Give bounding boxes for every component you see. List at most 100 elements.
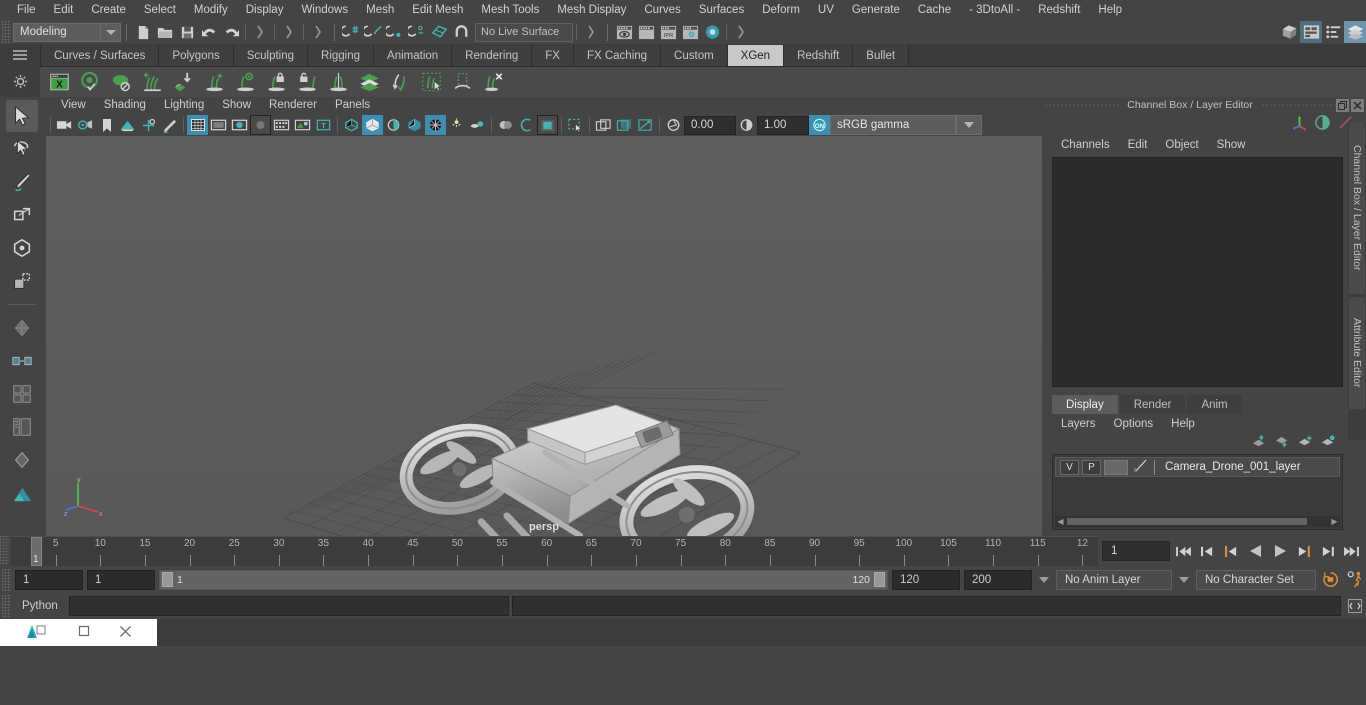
menu-file[interactable]: File (8, 1, 45, 19)
exposure-value-field[interactable]: 0.00 (684, 115, 736, 135)
layer-row[interactable]: V P Camera_Drone_001_layer (1055, 457, 1340, 477)
scroll-left-icon[interactable]: ◀ (1055, 517, 1066, 526)
shelf-menu-icon[interactable] (12, 49, 28, 64)
3d-viewport[interactable]: y x z persp (46, 136, 1042, 536)
viewport-menu-view[interactable]: View (52, 98, 95, 113)
channelbox-toggle-icon[interactable] (1314, 114, 1331, 134)
range-end-field[interactable]: 120 (892, 569, 960, 590)
channel-box-menu-edit[interactable]: Edit (1119, 139, 1157, 151)
menu-create[interactable]: Create (82, 1, 135, 19)
go-to-start-icon[interactable] (1173, 540, 1194, 562)
menu-windows[interactable]: Windows (292, 1, 357, 19)
menu-display[interactable]: Display (237, 1, 293, 19)
menu-modify[interactable]: Modify (185, 1, 237, 19)
shelf-tab-custom[interactable]: Custom (661, 45, 728, 66)
layer-list[interactable]: V P Camera_Drone_001_layer ◀ ▶ (1052, 454, 1343, 530)
layout-hypershade-icon[interactable] (6, 444, 38, 476)
smooth-shade-all-icon[interactable] (208, 115, 229, 135)
layer-menu-options[interactable]: Options (1105, 418, 1163, 430)
multisample-icon[interactable] (467, 115, 488, 135)
depth-peeling-icon[interactable] (495, 115, 516, 135)
wireframe-on-shaded-icon[interactable] (341, 115, 362, 135)
lighting-icon[interactable] (383, 115, 404, 135)
menu-set-selector[interactable]: Modeling (13, 22, 101, 42)
expand-render-group-icon[interactable] (730, 21, 752, 43)
smooth-shade-selected-icon[interactable] (229, 115, 250, 135)
vertical-tab-channel-box[interactable]: Channel Box / Layer Editor (1349, 122, 1365, 294)
xgen-add-description-icon[interactable] (137, 68, 167, 96)
shelf-tab-polygons[interactable]: Polygons (159, 45, 234, 66)
step-back-frame-icon[interactable] (1221, 540, 1242, 562)
play-backwards-icon[interactable] (1245, 540, 1266, 562)
shelf-tab-redshift[interactable]: Redshift (784, 45, 854, 66)
menu-edit[interactable]: Edit (45, 1, 83, 19)
range-bar[interactable]: 1 120 (159, 569, 888, 590)
step-back-keyframe-icon[interactable] (1197, 540, 1218, 562)
viewport-menu-panels[interactable]: Panels (326, 98, 379, 113)
render-current-frame-icon[interactable] (613, 21, 635, 43)
xgen-convert-guide-icon[interactable] (385, 68, 415, 96)
layer-visibility-toggle[interactable]: V (1060, 459, 1079, 475)
character-set-chevron-down-icon[interactable] (1176, 570, 1192, 590)
menu-generate[interactable]: Generate (843, 1, 909, 19)
flat-shade-icon[interactable] (250, 115, 271, 135)
shelf-tab-rendering[interactable]: Rendering (452, 45, 533, 66)
render-settings-icon[interactable] (679, 21, 701, 43)
rotate-tool[interactable] (6, 232, 38, 264)
channel-box-menu-show[interactable]: Show (1208, 139, 1255, 151)
grease-pencil-icon[interactable] (159, 115, 180, 135)
layer-playback-toggle[interactable]: P (1082, 459, 1101, 475)
current-frame-field[interactable]: 1 (1102, 541, 1170, 561)
xgen-grow-guide-icon[interactable] (199, 68, 229, 96)
snap-to-point-icon[interactable] (384, 21, 406, 43)
menu-help[interactable]: Help (1089, 1, 1131, 19)
channel-box-menu-channels[interactable]: Channels (1052, 139, 1119, 151)
grid-toggle-icon[interactable] (593, 115, 614, 135)
layout-home-icon[interactable] (6, 477, 38, 509)
layout-persp-outliner-icon[interactable] (6, 411, 38, 443)
scale-tool[interactable] (6, 265, 38, 297)
save-scene-icon[interactable] (176, 21, 198, 43)
menu-cache[interactable]: Cache (909, 1, 960, 19)
character-set-select[interactable]: No Character Set (1196, 569, 1316, 590)
menu-3dtoall[interactable]: - 3DtoAll - (960, 1, 1029, 19)
layer-tab-anim[interactable]: Anim (1187, 395, 1242, 414)
color-management-toggle-icon[interactable]: ON (809, 115, 830, 135)
xgen-select-primitives-icon[interactable] (416, 68, 446, 96)
snap-to-view-planes-icon[interactable] (428, 21, 450, 43)
xray-joints-icon[interactable] (362, 115, 383, 135)
snap-to-projected-center-icon[interactable] (406, 21, 428, 43)
animation-preferences-icon[interactable] (1345, 569, 1366, 591)
new-layer-from-selected-icon[interactable] (1321, 435, 1336, 451)
xgen-preview-hidden-icon[interactable] (106, 68, 136, 96)
shelf-tab-xgen[interactable]: XGen (727, 45, 785, 66)
shelf-tab-animation[interactable]: Animation (374, 45, 453, 66)
animation-end-field[interactable]: 200 (964, 569, 1032, 590)
use-default-material-icon[interactable] (292, 115, 313, 135)
color-space-chevron-down-icon[interactable] (956, 115, 982, 135)
layer-tab-display[interactable]: Display (1052, 395, 1118, 414)
xgen-region-mask-icon[interactable] (447, 68, 477, 96)
select-by-object-icon[interactable] (278, 21, 300, 43)
scroll-right-icon[interactable]: ▶ (1329, 517, 1340, 526)
new-layer-icon[interactable] (1298, 435, 1313, 451)
show-hide-attribute-editor-icon[interactable] (1300, 21, 1322, 43)
menu-select[interactable]: Select (135, 1, 185, 19)
menu-mesh-tools[interactable]: Mesh Tools (472, 1, 548, 19)
paint-select-tool[interactable] (6, 166, 38, 198)
motion-blur-icon[interactable] (446, 115, 467, 135)
shelf-tab-fx-caching[interactable]: FX Caching (573, 45, 662, 66)
gamma-value-field[interactable]: 1.00 (757, 115, 809, 135)
redo-icon[interactable] (220, 21, 242, 43)
exposure-icon[interactable] (663, 115, 684, 135)
animation-start-field[interactable]: 1 (15, 569, 83, 590)
shelf-tab-curves-surfaces[interactable]: Curves / Surfaces (40, 45, 160, 66)
select-by-hierarchy-icon[interactable] (249, 21, 271, 43)
make-live-icon[interactable] (450, 21, 472, 43)
xgen-preview-visible-icon[interactable] (75, 68, 105, 96)
snap-to-grid-icon[interactable] (340, 21, 362, 43)
color-space-select[interactable]: sRGB gamma (830, 115, 956, 135)
xgen-unlock-guide-icon[interactable] (292, 68, 322, 96)
shaded-textured-icon[interactable] (271, 115, 292, 135)
xgen-delete-guide-icon[interactable] (478, 68, 508, 96)
